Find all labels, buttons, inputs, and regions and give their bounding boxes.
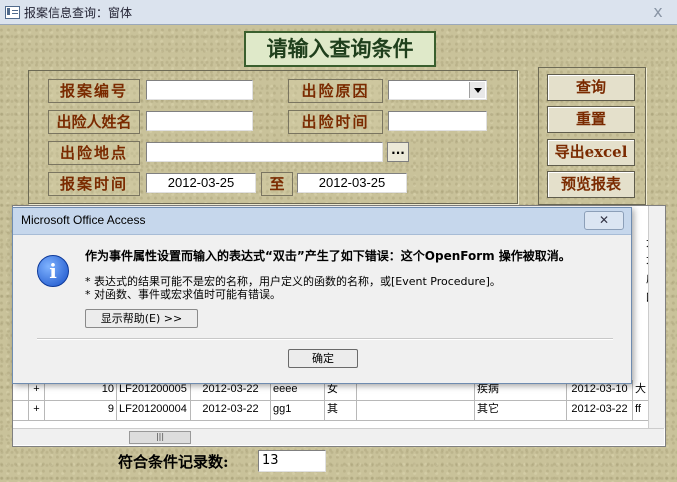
grid-cell-name: gg1 [271, 400, 325, 420]
scrollbar-thumb[interactable]: ||| [129, 431, 191, 444]
person-name-label: 出险人姓名 [48, 110, 140, 134]
reason-label: 出险原因 [288, 79, 383, 103]
grid-cell-tail: 大 [635, 383, 646, 395]
query-button[interactable]: 查询 [547, 74, 635, 101]
date-from-input[interactable]: 2012-03-25 [146, 173, 256, 193]
grid-cell-reason: 其它 [475, 400, 567, 420]
chevron-down-icon[interactable] [469, 82, 485, 98]
grid-cell-date2: 2012-03-22 [567, 400, 633, 420]
date-to-input[interactable]: 2012-03-25 [297, 173, 407, 193]
info-icon: i [37, 255, 69, 287]
row-selector[interactable] [13, 400, 29, 420]
grid-cell-tail: ff [635, 403, 641, 415]
grid-cell-date: 2012-03-22 [191, 400, 271, 420]
grid-cell-id: 9 [45, 400, 117, 420]
report-time-label: 报案时间 [48, 172, 140, 196]
export-excel-button[interactable]: 导出excel [547, 139, 635, 166]
accident-time-label: 出险时间 [288, 110, 383, 134]
dialog-divider [37, 338, 613, 340]
vertical-scrollbar[interactable] [648, 206, 665, 428]
location-input[interactable] [146, 142, 383, 162]
to-label: 至 [261, 172, 293, 196]
error-dialog: Microsoft Office Access ✕ i 作为事件属性设置而输入的… [12, 207, 632, 384]
window-titlebar: 报案信息查询：窗体 x [0, 0, 677, 25]
grid-cell-code: LF201200004 [117, 400, 191, 420]
report-no-label: 报案编号 [48, 79, 140, 103]
reason-select[interactable] [388, 80, 487, 100]
record-count-label: 符合条件记录数: [118, 453, 229, 471]
ok-button[interactable]: 确定 [288, 349, 358, 368]
horizontal-scrollbar[interactable]: ||| [13, 428, 664, 445]
expand-icon[interactable]: + [29, 400, 45, 420]
show-help-button[interactable]: 显示帮助(E) >> [85, 309, 198, 328]
preview-report-button[interactable]: 预览报表 [547, 171, 635, 198]
dialog-close-button[interactable]: ✕ [584, 211, 624, 230]
accident-time-input[interactable] [388, 111, 487, 131]
location-label: 出险地点 [48, 141, 140, 165]
reset-button[interactable]: 重置 [547, 106, 635, 133]
record-count-field[interactable]: 13 [258, 450, 326, 472]
dialog-detail-line: * 对函数、事件或宏求值时可能有错误。 [85, 288, 281, 301]
report-no-input[interactable] [146, 80, 253, 100]
window-close-icon[interactable]: x [645, 3, 671, 21]
window-title: 报案信息查询：窗体 [24, 6, 133, 20]
dialog-title: Microsoft Office Access [21, 213, 146, 227]
dialog-main-message: 作为事件属性设置而输入的表达式“双击”产生了如下错误：这个OpenForm 操作… [85, 249, 571, 263]
form-icon [5, 6, 20, 19]
grid-cell-gender: 其 [325, 400, 357, 420]
browse-location-button[interactable]: ... [387, 142, 409, 162]
table-row[interactable]: + 9 LF201200004 2012-03-22 gg1 其 其它 2012… [13, 400, 648, 421]
person-name-input[interactable] [146, 111, 253, 131]
page-title: 请输入查询条件 [244, 31, 436, 67]
dialog-titlebar: Microsoft Office Access ✕ [13, 208, 631, 235]
grid-cell-extra [357, 400, 475, 420]
